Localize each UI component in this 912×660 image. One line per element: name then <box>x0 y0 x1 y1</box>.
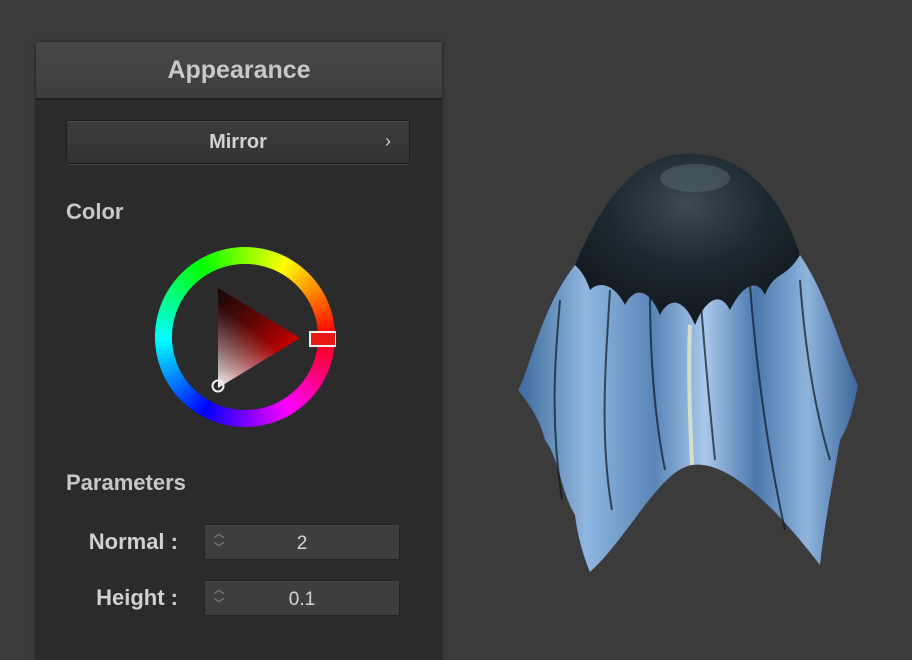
panel-title: Appearance <box>167 55 311 84</box>
dome-highlight <box>660 164 730 192</box>
param-row-height: Height : ︿ ﹀ 0.1 <box>36 580 442 620</box>
material-select-button[interactable]: Mirror › <box>66 120 410 164</box>
normal-spinbox[interactable]: ︿ ﹀ 2 <box>204 524 400 560</box>
hue-selector-handle[interactable] <box>309 331 336 347</box>
material-label: Mirror <box>209 130 267 153</box>
3d-viewport-cloth-render[interactable] <box>500 140 880 580</box>
chevron-right-icon: › <box>385 131 391 151</box>
height-spinbox[interactable]: ︿ ﹀ 0.1 <box>204 580 400 616</box>
height-value[interactable]: 0.1 <box>205 589 399 611</box>
color-section-title: Color <box>66 199 124 224</box>
appearance-panel: Appearance Mirror › Color Parameters Nor… <box>36 42 442 660</box>
normal-value[interactable]: 2 <box>205 533 399 555</box>
color-wheel[interactable] <box>154 246 336 428</box>
param-row-normal: Normal : ︿ ﹀ 2 <box>36 524 442 564</box>
normal-label: Normal : <box>88 529 178 554</box>
height-label: Height : <box>96 585 178 610</box>
panel-header: Appearance <box>36 42 442 100</box>
parameters-section-title: Parameters <box>66 470 186 495</box>
